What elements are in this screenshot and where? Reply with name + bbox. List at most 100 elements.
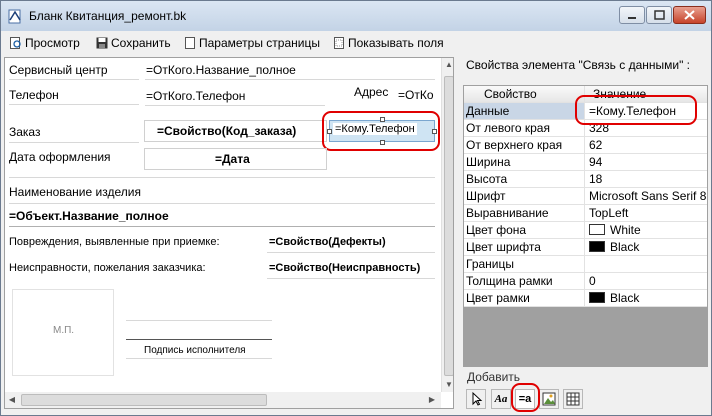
color-swatch <box>589 292 605 303</box>
col-property-header: Свойство <box>464 86 585 102</box>
table-tool-button[interactable] <box>563 389 583 409</box>
faults-label[interactable]: Неисправности, пожелания заказчика: <box>9 260 206 276</box>
form-designer-canvas[interactable]: Сервисный центр =ОтКого.Название_полное … <box>4 57 454 409</box>
faults-field[interactable]: =Свойство(Неисправность) <box>269 260 421 276</box>
property-name: Данные <box>464 103 585 119</box>
divider <box>126 358 272 359</box>
property-row[interactable]: Выравнивание TopLeft <box>464 205 707 222</box>
property-value-cell[interactable]: Black <box>585 239 707 255</box>
property-name: Границы <box>464 256 585 272</box>
divider <box>145 79 435 80</box>
vertical-scrollbar[interactable]: ▲ ▼ <box>441 58 453 392</box>
properties-grid[interactable]: Свойство Значение Данные =Кому.Телефон О… <box>463 85 708 367</box>
service-center-label[interactable]: Сервисный центр <box>9 62 108 78</box>
divider <box>267 278 435 279</box>
color-swatch <box>589 224 605 235</box>
property-value[interactable]: 18 <box>585 171 707 187</box>
image-tool-button[interactable] <box>539 389 559 409</box>
signature-label[interactable]: Подпись исполнителя <box>144 343 246 359</box>
product-name-label[interactable]: Наименование изделия <box>9 184 141 200</box>
divider <box>9 79 139 80</box>
property-value[interactable]: 0 <box>585 273 707 289</box>
scroll-right-arrow-icon[interactable]: ▶ <box>425 393 439 407</box>
properties-empty-area <box>464 307 707 366</box>
highlight-circle <box>511 383 540 412</box>
divider <box>126 320 272 321</box>
maximize-icon <box>654 10 665 20</box>
property-row[interactable]: Цвет рамки Black <box>464 290 707 307</box>
save-button[interactable]: Сохранить <box>96 35 171 51</box>
property-name: От верхнего края <box>464 137 585 153</box>
application-window: Бланк Квитанция_ремонт.bk Просмотр Сохра… <box>0 0 712 416</box>
property-value-cell[interactable]: White <box>585 222 707 238</box>
scroll-down-arrow-icon[interactable]: ▼ <box>442 378 453 392</box>
preview-label: Просмотр <box>25 36 80 50</box>
property-row[interactable]: Высота 18 <box>464 171 707 188</box>
divider <box>145 105 325 106</box>
damage-field[interactable]: =Свойство(Дефекты) <box>269 234 386 250</box>
property-value: Black <box>610 240 640 254</box>
close-button[interactable] <box>673 6 706 24</box>
page-params-label: Параметры страницы <box>199 36 320 50</box>
date-field-box[interactable]: =Дата <box>144 148 327 170</box>
phone-field[interactable]: =ОтКого.Телефон <box>146 88 246 104</box>
divider <box>9 104 139 105</box>
horizontal-scroll-thumb[interactable] <box>21 394 267 406</box>
color-swatch <box>589 241 605 252</box>
product-name-field[interactable]: =Объект.Название_полное <box>9 208 169 224</box>
divider <box>9 142 139 143</box>
text-tool-icon: Aa <box>494 393 508 405</box>
add-panel-label: Добавить <box>467 370 521 384</box>
property-row[interactable]: Шрифт Microsoft Sans Serif 8 <box>464 188 707 205</box>
show-fields-label: Показывать поля <box>348 36 444 50</box>
preview-button[interactable]: Просмотр <box>10 35 80 51</box>
property-value[interactable]: 62 <box>585 137 707 153</box>
scroll-left-arrow-icon[interactable]: ◀ <box>5 393 19 407</box>
text-tool-button[interactable]: Aa <box>491 389 511 409</box>
maximize-button[interactable] <box>646 6 672 24</box>
property-row[interactable]: Границы <box>464 256 707 273</box>
property-row[interactable]: От верхнего края 62 <box>464 137 707 154</box>
properties-title: Свойства элемента "Связь с данными" : <box>466 58 691 72</box>
damage-label[interactable]: Повреждения, выявленные при приемке: <box>9 234 220 250</box>
property-row[interactable]: Ширина 94 <box>464 154 707 171</box>
date-field: =Дата <box>215 151 250 167</box>
order-field: =Свойство(Код_заказа) <box>157 123 297 139</box>
signature-line <box>126 339 272 340</box>
page-icon <box>185 37 195 49</box>
pointer-tool-button[interactable] <box>466 389 486 409</box>
property-value[interactable]: TopLeft <box>585 205 707 221</box>
property-value: Black <box>610 291 640 305</box>
page-params-button[interactable]: Параметры страницы <box>184 35 320 51</box>
property-name: Цвет шрифта <box>464 239 585 255</box>
vertical-scroll-thumb[interactable] <box>444 76 453 376</box>
address-field[interactable]: =ОтКо <box>398 87 434 103</box>
pointer-icon <box>472 391 483 406</box>
property-row[interactable]: Толщина рамки 0 <box>464 273 707 290</box>
divider <box>267 252 435 253</box>
scroll-up-arrow-icon[interactable]: ▲ <box>442 58 453 72</box>
property-name: Ширина <box>464 154 585 170</box>
address-label[interactable]: Адрес <box>354 84 388 100</box>
property-value[interactable] <box>585 256 707 272</box>
property-row[interactable]: Цвет фона White <box>464 222 707 239</box>
date-label[interactable]: Дата оформления <box>9 149 111 165</box>
service-center-field[interactable]: =ОтКого.Название_полное <box>146 62 296 78</box>
property-row[interactable]: Цвет шрифта Black <box>464 239 707 256</box>
phone-label[interactable]: Телефон <box>9 87 59 103</box>
property-value[interactable]: 94 <box>585 154 707 170</box>
table-tool-icon <box>566 392 580 406</box>
horizontal-scrollbar[interactable]: ◀ ▶ <box>5 392 441 408</box>
order-label[interactable]: Заказ <box>9 124 40 140</box>
show-fields-icon <box>334 37 344 49</box>
order-field-box[interactable]: =Свойство(Код_заказа) <box>144 120 327 142</box>
property-value-cell[interactable]: Black <box>585 290 707 306</box>
property-name: Цвет рамки <box>464 290 585 306</box>
property-name: Шрифт <box>464 188 585 204</box>
minimize-button[interactable] <box>619 6 645 24</box>
stamp-label: М.П. <box>53 325 75 336</box>
stamp-box[interactable]: М.П. <box>12 289 114 376</box>
show-fields-button[interactable]: Показывать поля <box>333 35 444 51</box>
property-value[interactable]: Microsoft Sans Serif 8 <box>585 188 707 204</box>
app-icon <box>8 9 21 24</box>
